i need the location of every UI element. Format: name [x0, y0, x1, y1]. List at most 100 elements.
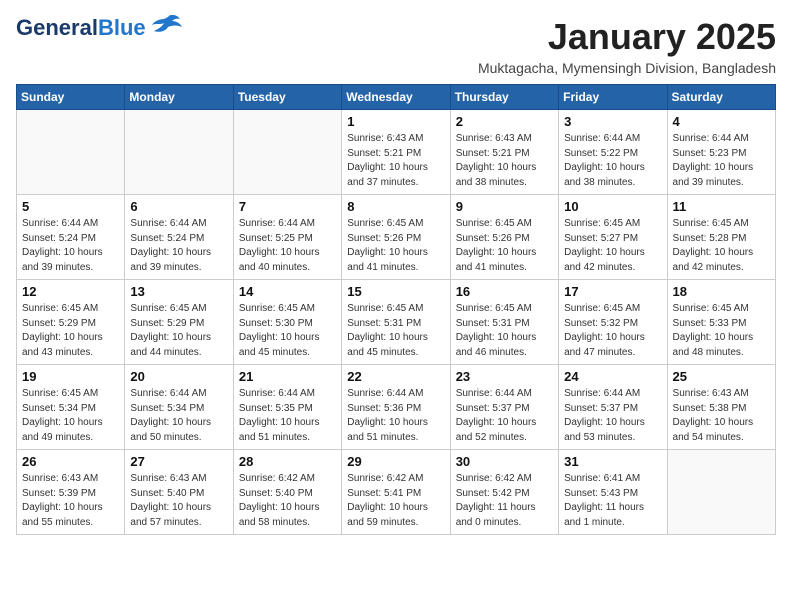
day-number: 27: [130, 454, 227, 469]
header-tuesday: Tuesday: [233, 85, 341, 110]
calendar-cell: 18 Sunrise: 6:45 AM Sunset: 5:33 PM Dayli…: [667, 280, 775, 365]
calendar-cell: 23 Sunrise: 6:44 AM Sunset: 5:37 PM Dayli…: [450, 365, 558, 450]
day-info: Sunrise: 6:44 AM Sunset: 5:22 PM Dayligh…: [564, 132, 661, 190]
calendar-week-1: 1 Sunrise: 6:43 AM Sunset: 5:21 PM Daylig…: [17, 110, 776, 195]
calendar-cell: [125, 110, 233, 195]
calendar-cell: 1 Sunrise: 6:43 AM Sunset: 5:21 PM Daylig…: [342, 110, 450, 195]
header-monday: Monday: [125, 85, 233, 110]
calendar-cell: 24 Sunrise: 6:44 AM Sunset: 5:37 PM Dayli…: [559, 365, 667, 450]
day-number: 21: [239, 369, 336, 384]
day-number: 14: [239, 284, 336, 299]
calendar-cell: 19Sunrise: 6:45 AM Sunset: 5:34 PM Dayli…: [17, 365, 125, 450]
day-info: Sunrise: 6:45 AM Sunset: 5:28 PM Dayligh…: [673, 217, 770, 275]
day-number: 1: [347, 114, 444, 129]
day-number: 26: [22, 454, 119, 469]
title-block: January 2025 Muktagacha, Mymensingh Divi…: [478, 16, 776, 76]
calendar-cell: [667, 450, 775, 535]
day-info: Sunrise: 6:43 AM Sunset: 5:21 PM Dayligh…: [456, 132, 553, 190]
calendar-cell: 31 Sunrise: 6:41 AM Sunset: 5:43 PM Dayli…: [559, 450, 667, 535]
day-info: Sunrise: 6:45 AM Sunset: 5:33 PM Dayligh…: [673, 302, 770, 360]
calendar-cell: 27 Sunrise: 6:43 AM Sunset: 5:40 PM Dayli…: [125, 450, 233, 535]
day-info: Sunrise: 6:44 AM Sunset: 5:37 PM Dayligh…: [564, 387, 661, 445]
day-number: 16: [456, 284, 553, 299]
day-number: 13: [130, 284, 227, 299]
calendar-cell: 21 Sunrise: 6:44 AM Sunset: 5:35 PM Dayli…: [233, 365, 341, 450]
day-info: Sunrise: 6:43 AM Sunset: 5:39 PM Dayligh…: [22, 472, 119, 530]
day-number: 15: [347, 284, 444, 299]
day-number: 6: [130, 199, 227, 214]
day-number: 17: [564, 284, 661, 299]
day-number: 25: [673, 369, 770, 384]
calendar-cell: 16 Sunrise: 6:45 AM Sunset: 5:31 PM Dayli…: [450, 280, 558, 365]
logo-bird-icon: [150, 13, 182, 35]
logo-text: GeneralBlue: [16, 16, 146, 40]
calendar-header-row: SundayMondayTuesdayWednesdayThursdayFrid…: [17, 85, 776, 110]
calendar-week-5: 26 Sunrise: 6:43 AM Sunset: 5:39 PM Dayli…: [17, 450, 776, 535]
header-thursday: Thursday: [450, 85, 558, 110]
calendar-cell: 2 Sunrise: 6:43 AM Sunset: 5:21 PM Daylig…: [450, 110, 558, 195]
day-info: Sunrise: 6:45 AM Sunset: 5:32 PM Dayligh…: [564, 302, 661, 360]
day-info: Sunrise: 6:45 AM Sunset: 5:31 PM Dayligh…: [456, 302, 553, 360]
day-number: 4: [673, 114, 770, 129]
day-number: 2: [456, 114, 553, 129]
calendar-cell: 25Sunrise: 6:43 AM Sunset: 5:38 PM Dayli…: [667, 365, 775, 450]
day-info: Sunrise: 6:44 AM Sunset: 5:23 PM Dayligh…: [673, 132, 770, 190]
day-number: 31: [564, 454, 661, 469]
month-title: January 2025: [478, 16, 776, 58]
header-wednesday: Wednesday: [342, 85, 450, 110]
day-number: 20: [130, 369, 227, 384]
header-saturday: Saturday: [667, 85, 775, 110]
location-subtitle: Muktagacha, Mymensingh Division, Banglad…: [478, 60, 776, 76]
calendar-cell: 8 Sunrise: 6:45 AM Sunset: 5:26 PM Daylig…: [342, 195, 450, 280]
day-info: Sunrise: 6:43 AM Sunset: 5:40 PM Dayligh…: [130, 472, 227, 530]
calendar-cell: 22Sunrise: 6:44 AM Sunset: 5:36 PM Dayli…: [342, 365, 450, 450]
day-info: Sunrise: 6:45 AM Sunset: 5:27 PM Dayligh…: [564, 217, 661, 275]
day-number: 12: [22, 284, 119, 299]
calendar-cell: 11 Sunrise: 6:45 AM Sunset: 5:28 PM Dayli…: [667, 195, 775, 280]
calendar-cell: 4 Sunrise: 6:44 AM Sunset: 5:23 PM Daylig…: [667, 110, 775, 195]
day-number: 11: [673, 199, 770, 214]
day-info: Sunrise: 6:45 AM Sunset: 5:29 PM Dayligh…: [22, 302, 119, 360]
calendar-week-2: 5 Sunrise: 6:44 AM Sunset: 5:24 PM Daylig…: [17, 195, 776, 280]
day-info: Sunrise: 6:44 AM Sunset: 5:25 PM Dayligh…: [239, 217, 336, 275]
day-number: 29: [347, 454, 444, 469]
day-number: 9: [456, 199, 553, 214]
calendar-cell: 17 Sunrise: 6:45 AM Sunset: 5:32 PM Dayli…: [559, 280, 667, 365]
calendar-cell: 3Sunrise: 6:44 AM Sunset: 5:22 PM Daylig…: [559, 110, 667, 195]
day-info: Sunrise: 6:45 AM Sunset: 5:26 PM Dayligh…: [347, 217, 444, 275]
day-info: Sunrise: 6:44 AM Sunset: 5:37 PM Dayligh…: [456, 387, 553, 445]
calendar-cell: 15Sunrise: 6:45 AM Sunset: 5:31 PM Dayli…: [342, 280, 450, 365]
day-info: Sunrise: 6:44 AM Sunset: 5:35 PM Dayligh…: [239, 387, 336, 445]
calendar-cell: 5Sunrise: 6:44 AM Sunset: 5:24 PM Daylig…: [17, 195, 125, 280]
day-info: Sunrise: 6:43 AM Sunset: 5:21 PM Dayligh…: [347, 132, 444, 190]
day-number: 5: [22, 199, 119, 214]
day-number: 24: [564, 369, 661, 384]
day-info: Sunrise: 6:41 AM Sunset: 5:43 PM Dayligh…: [564, 472, 661, 530]
calendar-cell: 9Sunrise: 6:45 AM Sunset: 5:26 PM Daylig…: [450, 195, 558, 280]
day-number: 22: [347, 369, 444, 384]
calendar-cell: 12 Sunrise: 6:45 AM Sunset: 5:29 PM Dayli…: [17, 280, 125, 365]
day-info: Sunrise: 6:44 AM Sunset: 5:24 PM Dayligh…: [130, 217, 227, 275]
header-friday: Friday: [559, 85, 667, 110]
calendar-cell: 28 Sunrise: 6:42 AM Sunset: 5:40 PM Dayli…: [233, 450, 341, 535]
calendar-cell: 10Sunrise: 6:45 AM Sunset: 5:27 PM Dayli…: [559, 195, 667, 280]
day-number: 30: [456, 454, 553, 469]
day-info: Sunrise: 6:42 AM Sunset: 5:42 PM Dayligh…: [456, 472, 553, 530]
calendar-week-3: 12 Sunrise: 6:45 AM Sunset: 5:29 PM Dayli…: [17, 280, 776, 365]
day-number: 7: [239, 199, 336, 214]
logo: GeneralBlue: [16, 16, 182, 40]
calendar-week-4: 19Sunrise: 6:45 AM Sunset: 5:34 PM Dayli…: [17, 365, 776, 450]
day-info: Sunrise: 6:42 AM Sunset: 5:41 PM Dayligh…: [347, 472, 444, 530]
day-number: 23: [456, 369, 553, 384]
day-number: 28: [239, 454, 336, 469]
day-info: Sunrise: 6:42 AM Sunset: 5:40 PM Dayligh…: [239, 472, 336, 530]
day-info: Sunrise: 6:45 AM Sunset: 5:30 PM Dayligh…: [239, 302, 336, 360]
calendar-cell: 26 Sunrise: 6:43 AM Sunset: 5:39 PM Dayli…: [17, 450, 125, 535]
day-info: Sunrise: 6:44 AM Sunset: 5:34 PM Dayligh…: [130, 387, 227, 445]
calendar-cell: 14 Sunrise: 6:45 AM Sunset: 5:30 PM Dayli…: [233, 280, 341, 365]
calendar-cell: [17, 110, 125, 195]
day-number: 8: [347, 199, 444, 214]
day-info: Sunrise: 6:45 AM Sunset: 5:34 PM Dayligh…: [22, 387, 119, 445]
day-number: 18: [673, 284, 770, 299]
calendar-cell: 13Sunrise: 6:45 AM Sunset: 5:29 PM Dayli…: [125, 280, 233, 365]
